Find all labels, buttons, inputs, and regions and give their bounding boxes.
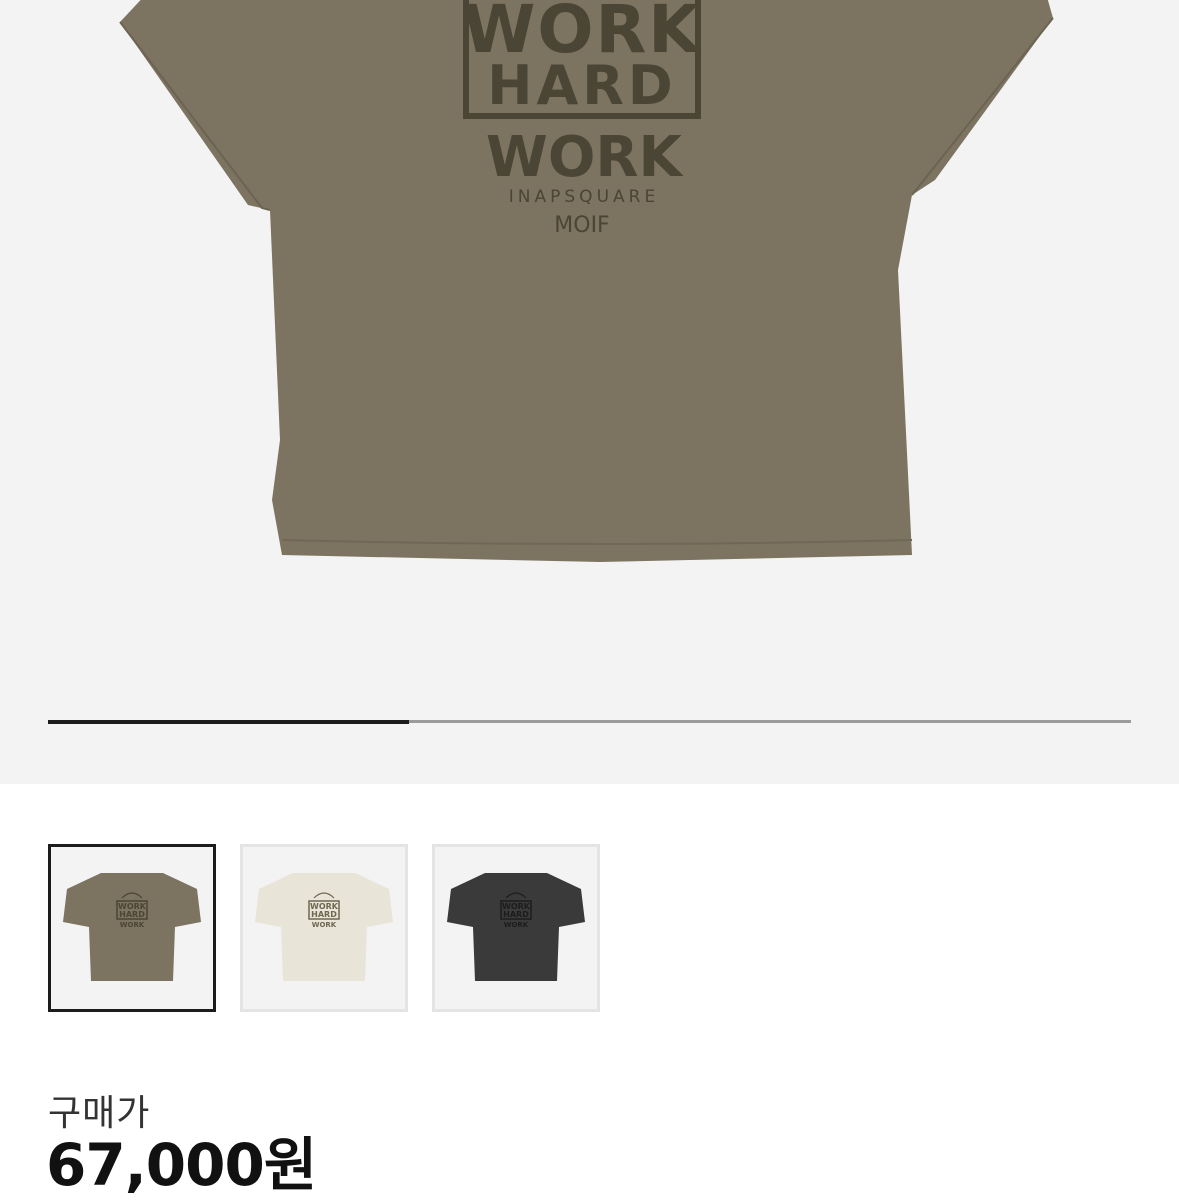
tshirt-charcoal-image: WORK HARD WORK [447, 873, 585, 981]
price-label: 구매가 [48, 1093, 151, 1134]
thumbnail-ivory[interactable]: WORK HARD WORK [240, 844, 408, 1012]
svg-text:WORK: WORK [312, 921, 337, 929]
product-main-image: WORK HARD WORK INAPSQUARE MOIF [119, 0, 1054, 562]
thumbnail-olive[interactable]: WORK HARD WORK [48, 844, 216, 1012]
product-image-carousel[interactable]: WORK HARD WORK INAPSQUARE MOIF [0, 0, 1179, 784]
print-line5: MOIF [554, 213, 609, 238]
print-box-line2: HARD [487, 54, 676, 117]
tshirt-ivory-image: WORK HARD WORK [255, 873, 393, 981]
tshirt-olive-image: WORK HARD WORK [63, 873, 201, 981]
print-line3: WORK [486, 125, 684, 190]
svg-text:WORK: WORK [504, 921, 529, 929]
svg-text:WORK: WORK [120, 921, 145, 929]
carousel-progress-fill [48, 719, 409, 724]
svg-text:HARD: HARD [311, 910, 337, 919]
thumbnail-charcoal[interactable]: WORK HARD WORK [432, 844, 600, 1012]
print-line4: INAPSQUARE [509, 187, 659, 207]
carousel-progress-bar [48, 719, 1131, 724]
svg-text:HARD: HARD [503, 910, 529, 919]
svg-text:HARD: HARD [119, 910, 145, 919]
price-value: 67,000원 [46, 1131, 317, 1199]
